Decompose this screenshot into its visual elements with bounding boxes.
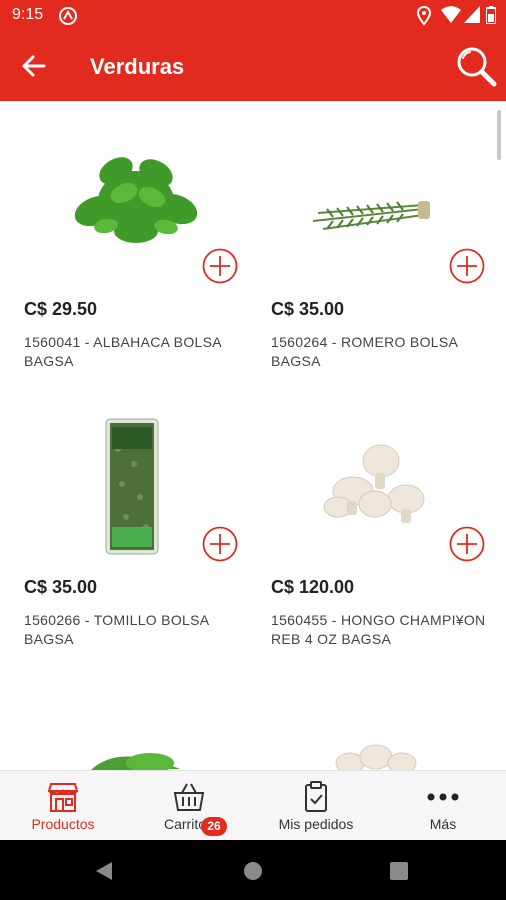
store-icon [47,783,79,812]
system-recents-icon[interactable] [390,862,408,880]
page-title: Verduras [90,54,185,79]
wifi-icon [441,6,461,23]
product-image-partial [91,753,180,770]
status-time: 9:15 [12,6,44,23]
product-grid: C$ 29.50 1560041 - ALBAHACA BOLSA BAGSA … [0,101,506,770]
product-name: 1560266 - TOMILLO BOLSA BAGSA [24,612,209,647]
product-card[interactable]: C$ 120.00 1560455 - HONGO CHAMPI¥ON REB … [263,409,503,679]
system-back-icon[interactable] [94,861,114,881]
product-card[interactable]: C$ 29.50 1560041 - ALBAHACA BOLSA BAGSA [16,131,256,401]
more-icon [427,793,459,801]
nav-label: Más [429,816,457,832]
system-nav-bar [0,840,506,900]
nav-item-mis-pedidos[interactable]: Mis pedidos [253,771,379,841]
location-icon [416,6,432,26]
add-to-cart-icon[interactable] [202,248,238,284]
nav-label: Productos [31,816,95,832]
product-image-partial [335,744,417,770]
status-bar: 9:15 [0,0,506,30]
product-price: C$ 35.00 [271,299,345,319]
basket-icon [173,783,205,811]
product-price: C$ 35.00 [24,577,98,597]
nav-label: Carrito [163,816,206,832]
add-to-cart-icon[interactable] [449,248,485,284]
back-arrow-icon[interactable] [16,48,52,84]
nav-label: Mis pedidos [278,816,354,832]
nav-item-carrito[interactable]: Carrito 26 [126,771,252,841]
product-card[interactable]: C$ 35.00 1560266 - TOMILLO BOLSA BAGSA [16,409,256,679]
product-name: 1560455 - HONGO CHAMPI¥ON REB 4 OZ BAGSA [271,612,486,647]
product-name: 1560264 - ROMERO BOLSA BAGSA [271,334,458,369]
add-to-cart-icon[interactable] [202,526,238,562]
nav-item-productos[interactable]: Productos [0,771,126,841]
product-price: C$ 29.50 [24,299,98,319]
nav-item-mas[interactable]: Más [380,771,506,841]
search-icon[interactable] [454,44,498,88]
bottom-nav: Productos Carrito 26 Mis pedidos Más [0,770,506,841]
orders-icon [305,781,327,812]
product-card[interactable]: C$ 35.00 1560264 - ROMERO BOLSA BAGSA [263,131,503,401]
signal-icon [464,6,480,23]
cart-count-badge: 26 [201,817,227,836]
system-home-icon[interactable] [243,861,263,881]
app-bar: Verduras [0,30,506,101]
scrollbar[interactable] [497,110,501,160]
product-name: 1560041 - ALBAHACA BOLSA BAGSA [24,334,222,369]
product-price: C$ 120.00 [271,577,355,597]
notification-icon [59,7,77,25]
add-to-cart-icon[interactable] [449,526,485,562]
battery-icon [486,6,496,24]
